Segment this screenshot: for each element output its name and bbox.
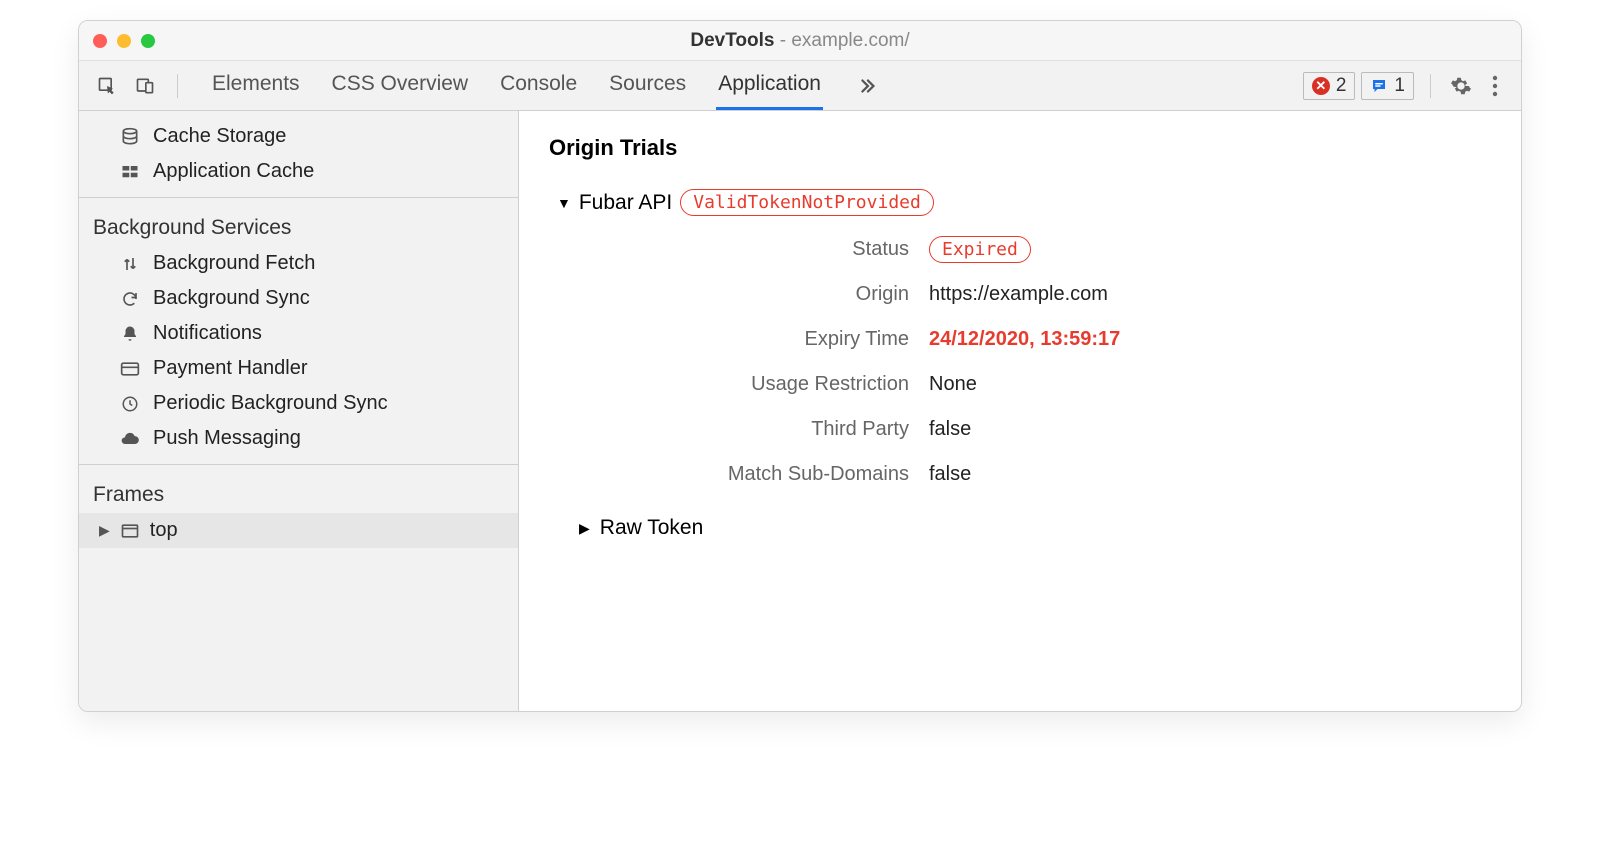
trial-header-row[interactable]: ▼ Fubar API ValidTokenNotProvided <box>557 189 1491 216</box>
sidebar-header-background: Background Services <box>79 206 518 246</box>
trial-status-badge: ValidTokenNotProvided <box>680 189 934 216</box>
sidebar-item-background-sync[interactable]: Background Sync <box>79 281 518 316</box>
sidebar-item-periodic-sync[interactable]: Periodic Background Sync <box>79 386 518 421</box>
sidebar-item-label: Cache Storage <box>153 125 286 148</box>
trial-details-grid: Status Expired Origin https://example.co… <box>609 238 1491 486</box>
clock-icon <box>119 395 141 413</box>
error-icon: ✕ <box>1312 77 1330 95</box>
titlebar: DevTools - example.com/ <box>79 21 1521 61</box>
bell-icon <box>119 325 141 343</box>
devtools-window: DevTools - example.com/ Elements CSS Ove… <box>78 20 1522 712</box>
errors-count: 2 <box>1336 75 1347 97</box>
application-sidebar: Cache Storage Application Cache Backgrou… <box>79 111 519 711</box>
collapse-triangle-icon: ▼ <box>557 195 571 211</box>
row-key-status: Status <box>609 238 909 261</box>
status-pill: Expired <box>929 236 1031 263</box>
maximize-window-button[interactable] <box>141 34 155 48</box>
row-val-status: Expired <box>929 238 1491 261</box>
frame-label: top <box>150 519 178 542</box>
row-val-expiry: 24/12/2020, 13:59:17 <box>929 328 1491 351</box>
trial-name: Fubar API <box>579 191 672 215</box>
inspect-element-button[interactable] <box>91 70 123 102</box>
row-key-usage: Usage Restriction <box>609 373 909 396</box>
sidebar-item-label: Push Messaging <box>153 427 301 450</box>
row-key-third-party: Third Party <box>609 418 909 441</box>
window-title: DevTools - example.com/ <box>79 30 1521 52</box>
more-tabs-button[interactable] <box>851 61 883 110</box>
raw-token-label: Raw Token <box>600 516 704 540</box>
sidebar-group-cache: Cache Storage Application Cache <box>79 111 518 198</box>
sidebar-group-background: Background Services Background Fetch Bac… <box>79 198 518 465</box>
main-content: Origin Trials ▼ Fubar API ValidTokenNotP… <box>519 111 1521 711</box>
sidebar-item-label: Application Cache <box>153 160 314 183</box>
row-val-usage: None <box>929 373 1491 396</box>
page-title: Origin Trials <box>549 135 1491 161</box>
settings-button[interactable] <box>1447 75 1475 97</box>
toolbar-divider <box>177 74 178 98</box>
window-controls <box>93 34 155 48</box>
minimize-window-button[interactable] <box>117 34 131 48</box>
sidebar-item-application-cache[interactable]: Application Cache <box>79 154 518 189</box>
toolbar-divider <box>1430 74 1431 98</box>
raw-token-row[interactable]: ▶ Raw Token <box>579 516 1491 540</box>
sidebar-item-label: Background Sync <box>153 287 310 310</box>
row-val-third-party: false <box>929 418 1491 441</box>
sync-icon <box>119 290 141 308</box>
row-key-expiry: Expiry Time <box>609 328 909 351</box>
sidebar-item-push-messaging[interactable]: Push Messaging <box>79 421 518 456</box>
tab-sources[interactable]: Sources <box>607 61 688 110</box>
messages-count: 1 <box>1394 75 1405 97</box>
sidebar-item-payment-handler[interactable]: Payment Handler <box>79 351 518 386</box>
sidebar-item-background-fetch[interactable]: Background Fetch <box>79 246 518 281</box>
device-toolbar-button[interactable] <box>129 70 161 102</box>
sidebar-item-notifications[interactable]: Notifications <box>79 316 518 351</box>
errors-counter[interactable]: ✕ 2 <box>1303 72 1356 100</box>
sidebar-header-frames: Frames <box>79 473 518 513</box>
messages-counter[interactable]: 1 <box>1361 72 1414 100</box>
tab-elements[interactable]: Elements <box>210 61 302 110</box>
window-title-app: DevTools <box>690 30 774 51</box>
tab-application[interactable]: Application <box>716 61 823 110</box>
sidebar-item-label: Background Fetch <box>153 252 315 275</box>
row-key-match-subdomains: Match Sub-Domains <box>609 463 909 486</box>
sidebar-item-label: Notifications <box>153 322 262 345</box>
tab-css-overview[interactable]: CSS Overview <box>330 61 471 110</box>
panel-tabs: Elements CSS Overview Console Sources Ap… <box>210 61 883 110</box>
message-icon <box>1370 77 1388 95</box>
more-options-button[interactable] <box>1481 75 1509 97</box>
database-icon <box>119 127 141 147</box>
row-val-match-subdomains: false <box>929 463 1491 486</box>
sidebar-item-label: Payment Handler <box>153 357 308 380</box>
card-icon <box>119 359 141 379</box>
main-toolbar: Elements CSS Overview Console Sources Ap… <box>79 61 1521 111</box>
grid-icon <box>119 163 141 181</box>
panel-body: Cache Storage Application Cache Backgrou… <box>79 111 1521 711</box>
expand-triangle-icon: ▶ <box>99 522 110 539</box>
tab-console[interactable]: Console <box>498 61 579 110</box>
expand-triangle-icon: ▶ <box>579 520 590 537</box>
sidebar-item-label: Periodic Background Sync <box>153 392 388 415</box>
row-val-origin: https://example.com <box>929 283 1491 306</box>
frame-icon <box>120 521 140 541</box>
cloud-icon <box>119 429 141 449</box>
sidebar-group-frames: Frames ▶ top <box>79 465 518 556</box>
sidebar-item-cache-storage[interactable]: Cache Storage <box>79 119 518 154</box>
window-title-location: example.com/ <box>791 30 909 51</box>
close-window-button[interactable] <box>93 34 107 48</box>
window-title-sep: - <box>774 30 791 51</box>
sidebar-item-frame-top[interactable]: ▶ top <box>79 513 518 548</box>
arrows-updown-icon <box>119 255 141 273</box>
row-key-origin: Origin <box>609 283 909 306</box>
